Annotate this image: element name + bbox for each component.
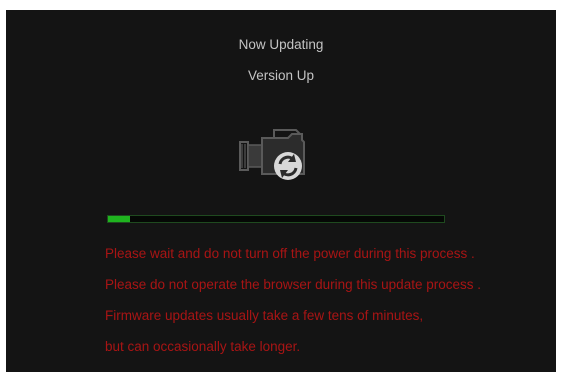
warning-message: Please wait and do not turn off the powe…: [105, 246, 475, 261]
warning-message: Firmware updates usually take a few tens…: [105, 308, 424, 323]
camera-update-icon: [239, 129, 305, 180]
warning-messages: Please wait and do not turn off the powe…: [105, 246, 481, 370]
warning-message: but can occasionally take longer.: [105, 339, 301, 354]
update-progress-fill: [108, 216, 130, 222]
update-screen: Now Updating Version Up Please wait and …: [6, 10, 556, 372]
page-title: Now Updating: [238, 37, 324, 52]
page-subtitle: Version Up: [247, 68, 315, 83]
update-progress-bar: [107, 215, 445, 223]
warning-message: Please do not operate the browser during…: [105, 277, 481, 292]
